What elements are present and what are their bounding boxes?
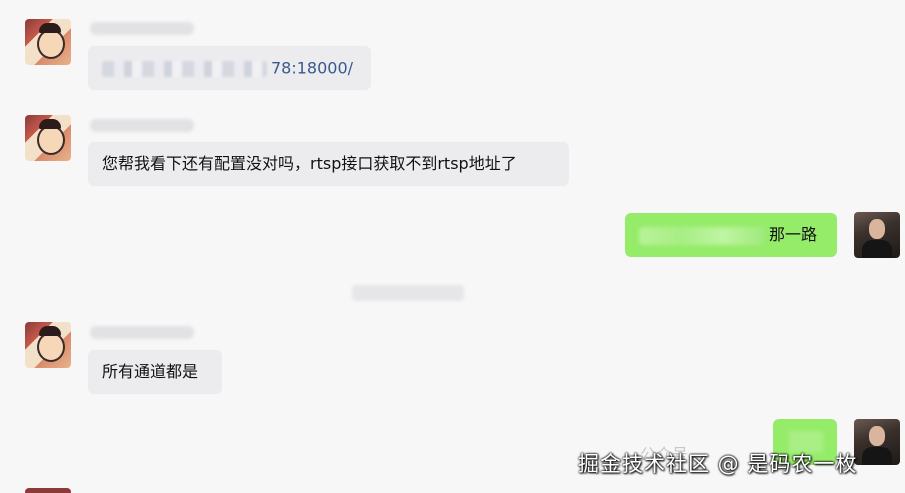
message-bubble-link[interactable]: 78:18000/ (88, 46, 371, 90)
message-link-text[interactable]: 78:18000/ (271, 59, 353, 78)
contact-avatar-partial (25, 488, 71, 493)
sender-name-blurred (90, 22, 194, 35)
message-bubble-text[interactable]: 所有通道都是 (88, 350, 222, 394)
recall-notice (352, 284, 470, 302)
watermark: 掘金技术社区 @ 是码农一枚 (578, 452, 858, 476)
contact-avatar[interactable] (25, 115, 71, 161)
self-avatar[interactable] (854, 419, 900, 465)
message-bubble-self[interactable]: 那一路 (625, 213, 837, 257)
message-bubble-text[interactable]: 您帮我看下还有配置没对吗，rtsp接口获取不到rtsp地址了 (88, 142, 569, 186)
redacted-address (102, 60, 267, 77)
contact-avatar[interactable] (25, 19, 71, 65)
message-text: 您帮我看下还有配置没对吗，rtsp接口获取不到rtsp地址了 (102, 154, 517, 173)
contact-avatar[interactable] (25, 322, 71, 368)
redacted-text (639, 226, 765, 245)
sender-name-blurred (90, 326, 194, 339)
message-text: 那一路 (769, 225, 818, 244)
self-avatar[interactable] (854, 212, 900, 258)
redacted-name (352, 284, 464, 301)
sender-name-blurred (90, 119, 194, 132)
message-text: 所有通道都是 (102, 362, 199, 381)
